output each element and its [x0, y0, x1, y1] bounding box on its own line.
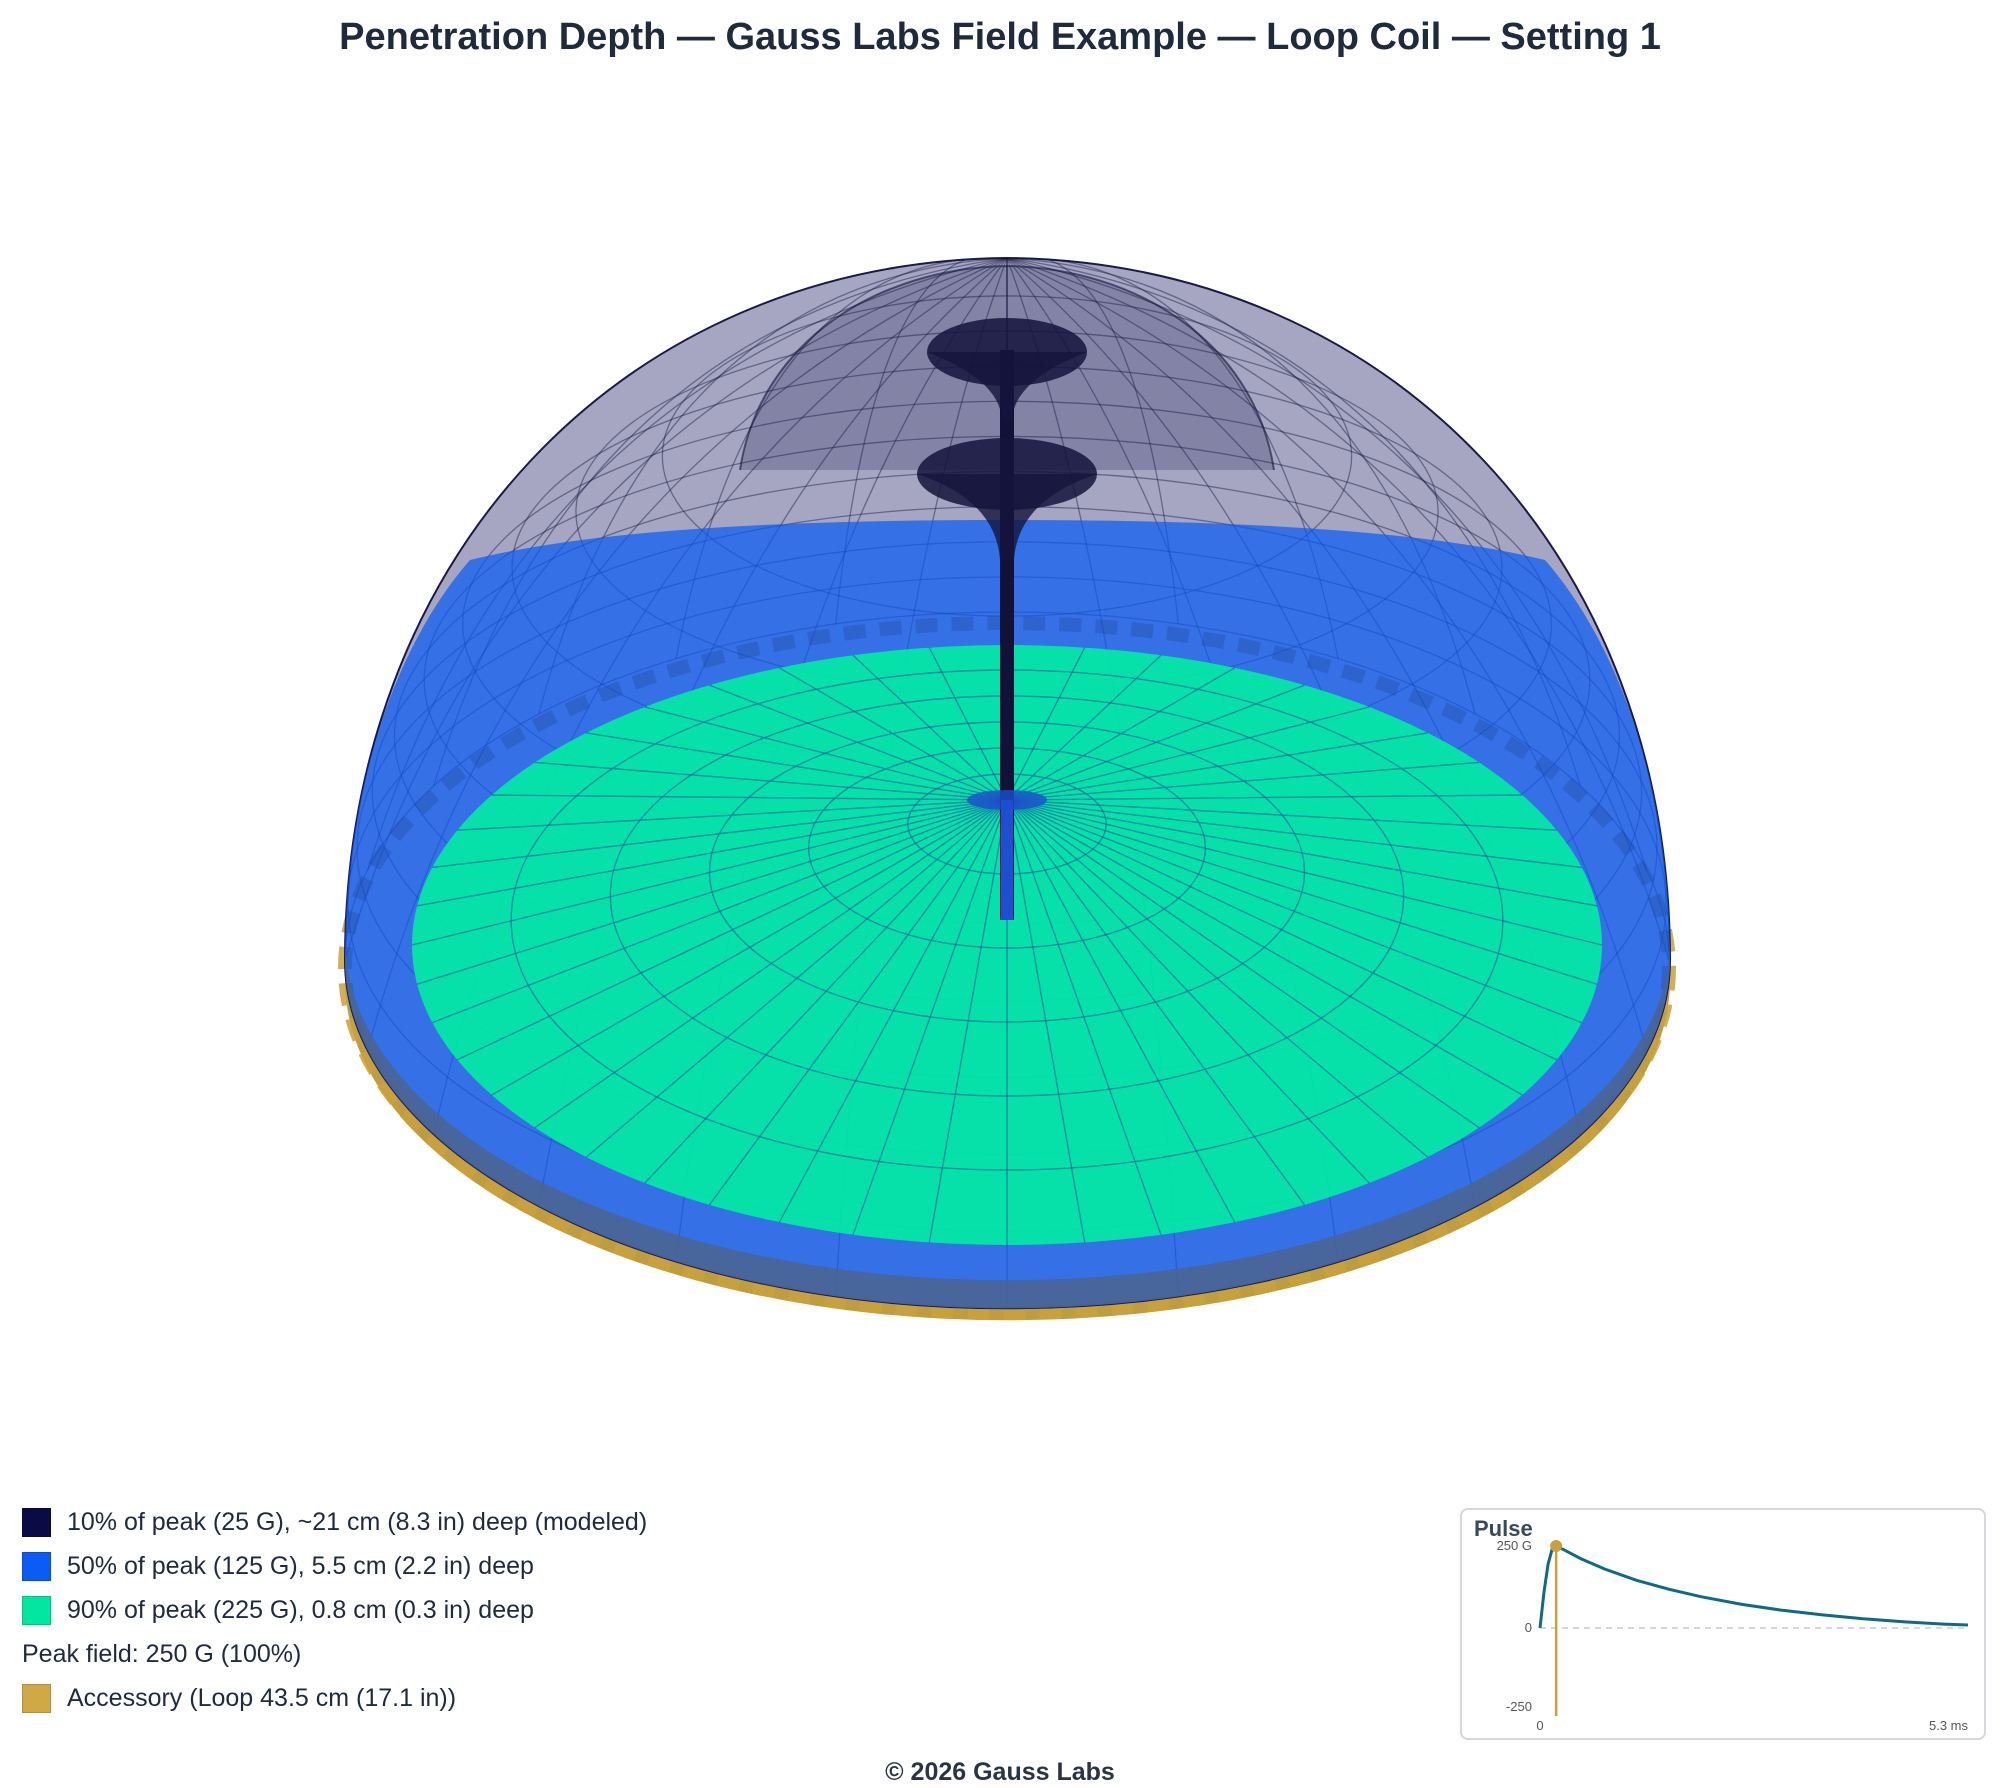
legend-peak-field: Peak field: 250 G (100%)	[22, 1639, 302, 1668]
center-stem-blue	[1001, 800, 1013, 920]
pulse-x-start-label: 0	[1536, 1718, 1543, 1733]
legend-item-50pct: 50% of peak (125 G), 5.5 cm (2.2 in) dee…	[22, 1544, 647, 1588]
copyright-footer: © 2026 Gauss Labs	[885, 1758, 1115, 1786]
legend-swatch-accessory	[22, 1683, 51, 1713]
pulse-x-end-label: 5.3 ms	[1929, 1718, 1969, 1733]
legend-swatch-10pct	[22, 1507, 51, 1537]
legend-item-90pct: 90% of peak (225 G), 0.8 cm (0.3 in) dee…	[22, 1588, 647, 1632]
pulse-series-line	[1538, 1544, 1969, 1629]
legend-item-accessory: Accessory (Loop 43.5 cm (17.1 in))	[22, 1676, 647, 1720]
field-depth-scene	[338, 256, 1676, 1321]
pulse-panel: 250 G 0 -250 0 5.3 ms Pulse	[1460, 1508, 1986, 1740]
pulse-y-min-label: -250	[1506, 1699, 1532, 1714]
legend-label-90pct: 90% of peak (225 G), 0.8 cm (0.3 in) dee…	[67, 1595, 534, 1624]
legend-swatch-90pct	[22, 1595, 51, 1625]
legend: 10% of peak (25 G), ~21 cm (8.3 in) deep…	[22, 1500, 647, 1720]
pulse-title: Pulse	[1474, 1516, 1533, 1541]
pulse-chart: 250 G 0 -250 0 5.3 ms	[1497, 1538, 1969, 1733]
legend-item-10pct: 10% of peak (25 G), ~21 cm (8.3 in) deep…	[22, 1500, 647, 1544]
legend-label-50pct: 50% of peak (125 G), 5.5 cm (2.2 in) dee…	[67, 1551, 534, 1580]
disk-center-hub	[967, 790, 1047, 810]
legend-label-10pct: 10% of peak (25 G), ~21 cm (8.3 in) deep…	[67, 1507, 648, 1536]
legend-swatch-50pct	[22, 1551, 51, 1581]
legend-label-accessory: Accessory (Loop 43.5 cm (17.1 in))	[67, 1683, 457, 1712]
pulse-marker-dot	[1550, 1540, 1563, 1552]
pulse-y-zero-label: 0	[1525, 1620, 1532, 1635]
